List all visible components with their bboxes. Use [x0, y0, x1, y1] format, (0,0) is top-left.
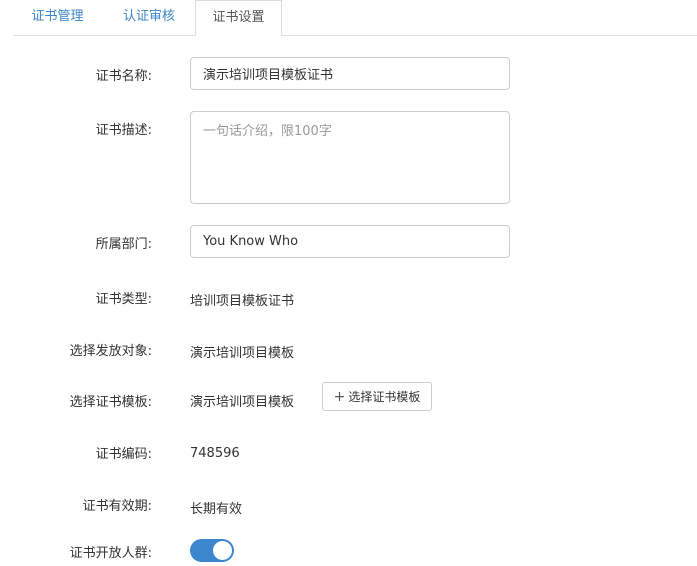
select-certificate-template-button[interactable]: + 选择证书模板: [322, 382, 432, 411]
certificate-code-label: 证书编码:: [95, 447, 152, 462]
tab-certificate-management[interactable]: 证书管理: [14, 0, 101, 35]
open-group-label: 证书开放人群:: [69, 546, 152, 561]
issue-target-value: 演示培训项目模板: [190, 346, 295, 361]
tab-certificate-settings[interactable]: 证书设置: [195, 0, 282, 36]
certificate-type-value: 培训项目模板证书: [190, 294, 295, 309]
certificate-template-label: 选择证书模板:: [69, 395, 152, 410]
certificate-description-textarea[interactable]: [190, 111, 510, 204]
issue-target-label: 选择发放对象:: [69, 344, 152, 359]
validity-value: 长期有效: [190, 502, 243, 517]
certificate-template-value: 演示培训项目模板: [190, 395, 295, 410]
certificate-type-label: 证书类型:: [95, 292, 152, 307]
certificate-code-value: 748596: [190, 446, 240, 461]
department-label: 所属部门:: [95, 237, 152, 252]
tab-bar: 证书管理 认证审核 证书设置: [14, 0, 697, 36]
certificate-name-input[interactable]: [190, 57, 510, 90]
plus-icon: +: [333, 388, 346, 405]
certificate-description-label: 证书描述:: [95, 123, 152, 138]
open-group-toggle[interactable]: [190, 539, 234, 562]
validity-label: 证书有效期:: [82, 499, 152, 514]
toggle-knob: [213, 541, 232, 560]
department-input[interactable]: [190, 225, 510, 258]
tab-certification-review[interactable]: 认证审核: [106, 0, 192, 35]
select-template-button-label: 选择证书模板: [348, 390, 421, 404]
certificate-name-label: 证书名称:: [95, 69, 152, 84]
